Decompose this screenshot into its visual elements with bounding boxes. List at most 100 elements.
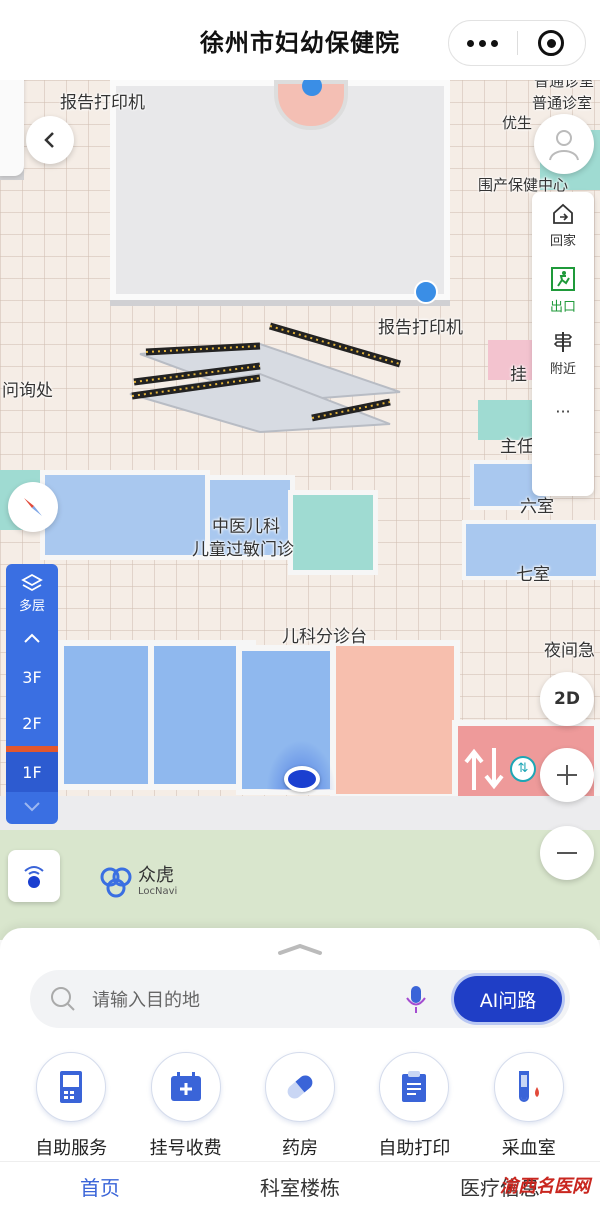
signpost-icon xyxy=(553,332,573,352)
location-signal-icon xyxy=(24,866,44,888)
report-icon xyxy=(402,1071,427,1102)
locnavi-logo-icon xyxy=(100,867,132,898)
zoom-in-button[interactable] xyxy=(540,748,594,802)
minus-icon xyxy=(557,852,577,854)
map-toolbar: 回家 出口 附近 ··· xyxy=(532,192,594,496)
user-avatar-icon xyxy=(549,130,579,161)
quick-blood-room-label: 采血室 xyxy=(501,1138,556,1159)
label-registration: 挂 xyxy=(510,365,527,385)
more-tool[interactable]: ··· xyxy=(532,384,594,448)
floor-edge xyxy=(0,796,600,830)
back-button[interactable] xyxy=(26,116,74,164)
label-allergy: 儿童过敏门诊 xyxy=(192,540,294,560)
more-menu-icon[interactable] xyxy=(449,39,517,47)
floor-1f[interactable]: 1F xyxy=(6,746,58,792)
plus-icon xyxy=(557,765,577,785)
search-bar[interactable]: 请输入目的地 AI问路 xyxy=(30,970,570,1028)
blood-tube-icon xyxy=(518,1071,539,1102)
watermark: 渝西名医网 xyxy=(500,1176,590,1197)
tab-departments[interactable]: 科室楼栋 xyxy=(200,1172,400,1201)
room-left-blue xyxy=(40,470,210,560)
brand-name: 众虎 xyxy=(138,865,174,886)
floor-selector: 多层 3F 2F 1F xyxy=(6,564,58,824)
search-icon xyxy=(51,987,75,1011)
quick-registration-circle xyxy=(150,1052,221,1122)
quick-self-print-label: 自助打印 xyxy=(378,1138,451,1159)
compass-button[interactable] xyxy=(8,482,58,532)
quick-self-print[interactable]: 自助打印 xyxy=(359,1052,469,1160)
search-input[interactable]: 请输入目的地 xyxy=(92,986,404,1012)
escalators xyxy=(129,322,401,434)
label-zhuren: 主任 xyxy=(500,437,534,457)
compass-icon xyxy=(24,498,42,516)
home-tool[interactable]: 回家 xyxy=(532,192,594,256)
mini-program-capsule xyxy=(448,20,586,66)
home-tool-label: 回家 xyxy=(549,234,576,249)
label-printer-top-left: 报告打印机 xyxy=(60,93,145,113)
nearby-tool[interactable]: 附近 xyxy=(532,320,594,384)
chevron-left-icon xyxy=(44,132,54,148)
chevron-up-icon xyxy=(24,633,40,643)
quick-pharmacy-label: 药房 xyxy=(281,1138,318,1159)
indoor-map[interactable]: ⇅ 报告打印机 报告打印机 问询处 中医儿科 儿童过敏门诊 儿科分诊台 普通诊室… xyxy=(0,80,600,940)
label-general-clinic: 普通诊室 xyxy=(532,94,593,112)
microphone-icon[interactable] xyxy=(404,983,428,1015)
quick-self-service-label: 自助服务 xyxy=(35,1138,108,1159)
quick-self-service[interactable]: 自助服务 xyxy=(16,1052,126,1160)
label-tcm-peds: 中医儿科 xyxy=(212,517,280,537)
sheet-handle-icon[interactable] xyxy=(276,942,324,956)
quick-blood-room[interactable]: 采血室 xyxy=(474,1052,584,1160)
app-root: 徐州市妇幼保健院 ⇅ 报告打印机 报告打印机 问询处 中医儿科 儿童过敏门诊 儿… xyxy=(0,0,600,1211)
room-teal xyxy=(288,490,378,575)
quick-self-service-circle xyxy=(36,1052,107,1122)
close-miniprogram-icon[interactable] xyxy=(518,30,586,56)
brand-sub: LocNavi xyxy=(138,886,178,897)
quick-blood-room-circle xyxy=(493,1052,564,1122)
exit-tool[interactable]: 出口 xyxy=(532,256,594,320)
quick-self-print-circle xyxy=(379,1052,450,1122)
exit-tool-label: 出口 xyxy=(549,300,576,315)
exit-icon xyxy=(551,267,575,291)
printer-icon xyxy=(414,280,438,304)
floor-3f[interactable]: 3F xyxy=(6,654,58,700)
label-youshe: 优生 xyxy=(502,114,533,132)
nearby-tool-label: 附近 xyxy=(549,362,576,377)
bottom-sheet: 请输入目的地 AI问路 自助服务 挂号收费 药房 自助打印 采血室 首页 科室楼… xyxy=(0,928,600,1211)
multi-floor-label: 多层 xyxy=(18,598,45,614)
registration-icon xyxy=(170,1072,201,1101)
view-2d-button[interactable]: 2D xyxy=(540,672,594,726)
label-printer-center: 报告打印机 xyxy=(378,318,463,338)
room-peds-salmon xyxy=(330,640,460,800)
ai-ask-way-button[interactable]: AI问路 xyxy=(454,976,562,1022)
more-tool-label: ··· xyxy=(555,402,571,421)
quick-registration[interactable]: 挂号收费 xyxy=(131,1052,241,1160)
floor-up-button[interactable] xyxy=(6,622,58,654)
label-info-desk: 问询处 xyxy=(2,381,53,401)
pill-icon xyxy=(287,1075,313,1099)
home-icon xyxy=(553,203,573,224)
multi-floor-button[interactable]: 多层 xyxy=(19,564,45,622)
page-title: 徐州市妇幼保健院 xyxy=(200,28,400,57)
label-top-edge: 普通诊室 xyxy=(534,80,595,90)
kiosk-icon xyxy=(60,1071,83,1103)
floor-2f[interactable]: 2F xyxy=(6,700,58,746)
quick-registration-label: 挂号收费 xyxy=(149,1138,222,1159)
zoom-out-button[interactable] xyxy=(540,826,594,880)
avatar-button[interactable] xyxy=(534,114,594,174)
title-bar: 徐州市妇幼保健院 xyxy=(0,0,600,80)
elevator-badge-icon: ⇅ xyxy=(510,756,536,782)
locnavi-logo: 众虎 LocNavi xyxy=(98,864,177,900)
label-room7: 七室 xyxy=(516,565,550,585)
quick-actions: 自助服务 挂号收费 药房 自助打印 采血室 xyxy=(0,1052,600,1160)
elevator-arrows-icon xyxy=(464,748,504,790)
locate-button[interactable] xyxy=(8,850,60,902)
tab-home[interactable]: 首页 xyxy=(0,1172,200,1201)
side-handle[interactable] xyxy=(0,80,24,176)
layers-icon xyxy=(21,573,43,591)
view-2d-label: 2D xyxy=(554,689,580,709)
outdoor-green xyxy=(0,830,600,940)
quick-pharmacy-circle xyxy=(264,1052,335,1122)
floor-down-button[interactable] xyxy=(6,792,58,822)
chevron-down-icon xyxy=(24,802,40,812)
quick-pharmacy[interactable]: 药房 xyxy=(245,1052,355,1160)
